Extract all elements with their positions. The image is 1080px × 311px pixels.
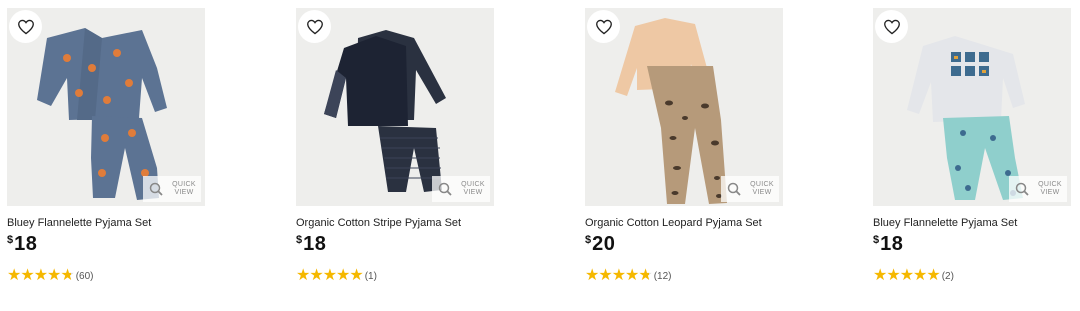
star-rating: ★ ★ ★ ★ ★ [296, 267, 364, 284]
product-price: $ 20 [585, 233, 790, 255]
star-icon: ★ [625, 267, 639, 284]
price-amount: 18 [14, 233, 38, 255]
quick-view-label: QUICK VIEW [172, 181, 196, 196]
product-price: $ 18 [296, 233, 501, 255]
product-card: QUICK VIEW Organic Cotton Stripe Pyjama … [296, 8, 501, 284]
price-currency: $ [585, 234, 592, 246]
zoom-icon [1015, 182, 1029, 196]
product-card: QUICK VIEW Bluey Flannelette Pyjama Set … [873, 8, 1078, 284]
star-icon: ★ [638, 267, 652, 284]
product-rating[interactable]: ★ ★ ★ ★ ★ (1) [296, 268, 501, 284]
product-card: QUICK VIEW Bluey Flannelette Pyjama Set … [7, 8, 212, 284]
quick-view-button[interactable]: QUICK VIEW [1009, 176, 1067, 202]
quick-view-label: QUICK VIEW [1038, 181, 1062, 196]
review-count: (12) [653, 270, 672, 282]
star-icon: ★ [60, 267, 74, 284]
wishlist-button[interactable] [587, 10, 620, 43]
heart-icon [17, 19, 34, 34]
product-title[interactable]: Bluey Flannelette Pyjama Set [7, 217, 212, 229]
star-icon: ★ [611, 267, 626, 284]
product-image[interactable]: QUICK VIEW [296, 8, 494, 206]
product-rating[interactable]: ★ ★ ★ ★ ★ (12) [585, 268, 790, 284]
price-amount: 20 [592, 233, 616, 255]
quick-view-label: QUICK VIEW [461, 181, 485, 196]
product-price: $ 18 [873, 233, 1078, 255]
product-price: $ 18 [7, 233, 212, 255]
star-icon: ★ [47, 267, 61, 284]
product-rating[interactable]: ★ ★ ★ ★ ★ (60) [7, 268, 212, 284]
zoom-icon [727, 182, 741, 196]
quick-view-button[interactable]: QUICK VIEW [143, 176, 201, 202]
price-currency: $ [873, 234, 880, 246]
star-icon: ★ [296, 267, 310, 284]
zoom-icon [149, 182, 163, 196]
wishlist-button[interactable] [875, 10, 908, 43]
price-currency: $ [296, 234, 303, 246]
product-rating[interactable]: ★ ★ ★ ★ ★ (2) [873, 268, 1078, 284]
star-icon: ★ [33, 267, 48, 284]
star-rating: ★ ★ ★ ★ ★ [873, 267, 941, 284]
star-icon: ★ [913, 267, 927, 284]
heart-icon [306, 19, 323, 34]
review-count: (60) [75, 270, 94, 282]
price-amount: 18 [880, 233, 904, 255]
product-title[interactable]: Organic Cotton Stripe Pyjama Set [296, 217, 501, 229]
star-icon: ★ [585, 267, 599, 284]
product-image[interactable]: QUICK VIEW [873, 8, 1071, 206]
product-title[interactable]: Bluey Flannelette Pyjama Set [873, 217, 1078, 229]
star-icon: ★ [349, 267, 363, 284]
product-image[interactable]: QUICK VIEW [585, 8, 783, 206]
product-title[interactable]: Organic Cotton Leopard Pyjama Set [585, 217, 790, 229]
price-amount: 18 [303, 233, 327, 255]
product-card: QUICK VIEW Organic Cotton Leopard Pyjama… [585, 8, 790, 284]
product-image[interactable]: QUICK VIEW [7, 8, 205, 206]
heart-icon [883, 19, 900, 34]
star-rating: ★ ★ ★ ★ ★ [7, 267, 75, 284]
review-count: (1) [364, 270, 377, 282]
star-icon: ★ [926, 267, 940, 284]
star-icon: ★ [7, 267, 21, 284]
star-icon: ★ [873, 267, 887, 284]
review-count: (2) [941, 270, 954, 282]
quick-view-button[interactable]: QUICK VIEW [432, 176, 490, 202]
star-icon: ★ [20, 267, 34, 284]
star-icon: ★ [598, 267, 612, 284]
product-grid: QUICK VIEW Bluey Flannelette Pyjama Set … [0, 0, 1080, 311]
wishlist-button[interactable] [298, 10, 331, 43]
star-rating: ★ ★ ★ ★ ★ [585, 267, 653, 284]
star-icon: ★ [322, 267, 337, 284]
price-currency: $ [7, 234, 14, 246]
star-icon: ★ [309, 267, 323, 284]
quick-view-label: QUICK VIEW [750, 181, 774, 196]
star-icon: ★ [886, 267, 900, 284]
quick-view-button[interactable]: QUICK VIEW [721, 176, 779, 202]
heart-icon [595, 19, 612, 34]
star-icon: ★ [336, 267, 350, 284]
wishlist-button[interactable] [9, 10, 42, 43]
star-icon: ★ [899, 267, 914, 284]
zoom-icon [438, 182, 452, 196]
